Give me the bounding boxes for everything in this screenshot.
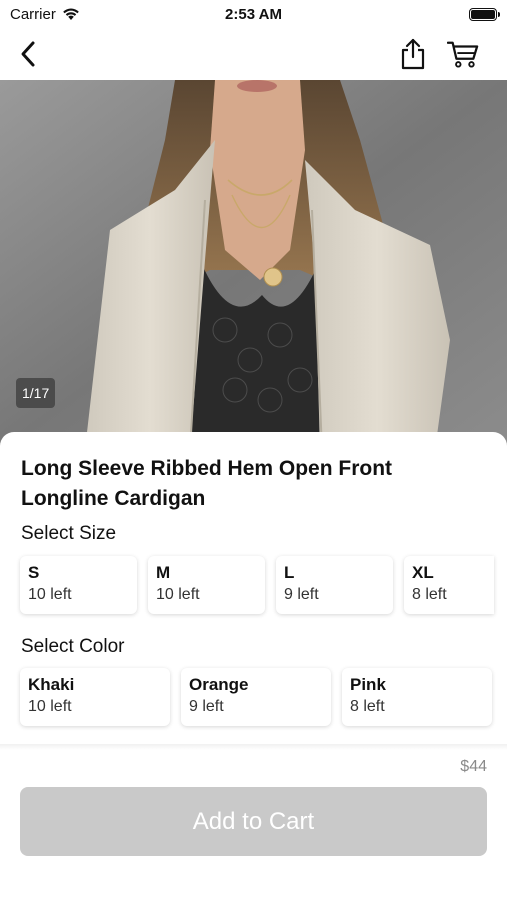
color-option-khaki[interactable]: Khaki 10 left [20, 668, 170, 726]
color-name: Khaki [28, 675, 75, 694]
product-detail-sheet: Long Sleeve Ribbed Hem Open Front Longli… [0, 432, 507, 750]
back-button[interactable] [12, 38, 44, 70]
size-name: M [156, 563, 171, 582]
size-stock: 8 left [412, 586, 447, 603]
size-option-xl[interactable]: XL 8 left [404, 556, 494, 614]
color-stock: 10 left [28, 698, 72, 715]
cart-icon [447, 41, 479, 68]
footer-divider [0, 744, 507, 750]
price-label: $44 [460, 758, 487, 775]
select-color-label: Select Color [21, 636, 125, 657]
select-size-label: Select Size [21, 523, 117, 544]
size-stock: 10 left [28, 586, 72, 603]
status-bar: Carrier 2:53 AM [0, 0, 507, 28]
size-options: S 10 left M 10 left L 9 left XL 8 left [20, 556, 494, 614]
color-stock: 9 left [189, 698, 224, 715]
cart-button[interactable] [447, 38, 479, 70]
image-counter: 1/17 [16, 378, 56, 408]
color-option-pink[interactable]: Pink 8 left [342, 668, 492, 726]
size-option-m[interactable]: M 10 left [148, 556, 265, 614]
color-option-orange[interactable]: Orange 9 left [181, 668, 331, 726]
share-button[interactable] [397, 38, 429, 70]
size-stock: 10 left [156, 586, 200, 603]
size-option-s[interactable]: S 10 left [20, 556, 137, 614]
product-photo [0, 80, 507, 450]
carrier-label: Carrier [10, 5, 56, 23]
nav-bar [0, 28, 507, 80]
size-option-l[interactable]: L 9 left [276, 556, 393, 614]
wifi-icon [63, 8, 79, 20]
status-left: Carrier [10, 6, 80, 23]
add-to-cart-button[interactable]: Add to Cart [20, 787, 487, 856]
chevron-left-icon [21, 41, 35, 67]
size-name: S [28, 563, 40, 582]
color-stock: 8 left [350, 698, 385, 715]
size-name: XL [412, 563, 434, 582]
size-stock: 9 left [284, 586, 319, 603]
size-name: L [284, 563, 295, 582]
battery-icon [469, 7, 500, 21]
nav-actions [397, 38, 495, 70]
product-image-gallery[interactable]: 1/17 [0, 80, 507, 450]
color-name: Orange [189, 675, 249, 694]
product-title: Long Sleeve Ribbed Hem Open Front Longli… [21, 457, 393, 510]
share-icon [401, 38, 425, 70]
color-options: Khaki 10 left Orange 9 left Pink 8 left [20, 668, 492, 726]
color-name: Pink [350, 675, 386, 694]
